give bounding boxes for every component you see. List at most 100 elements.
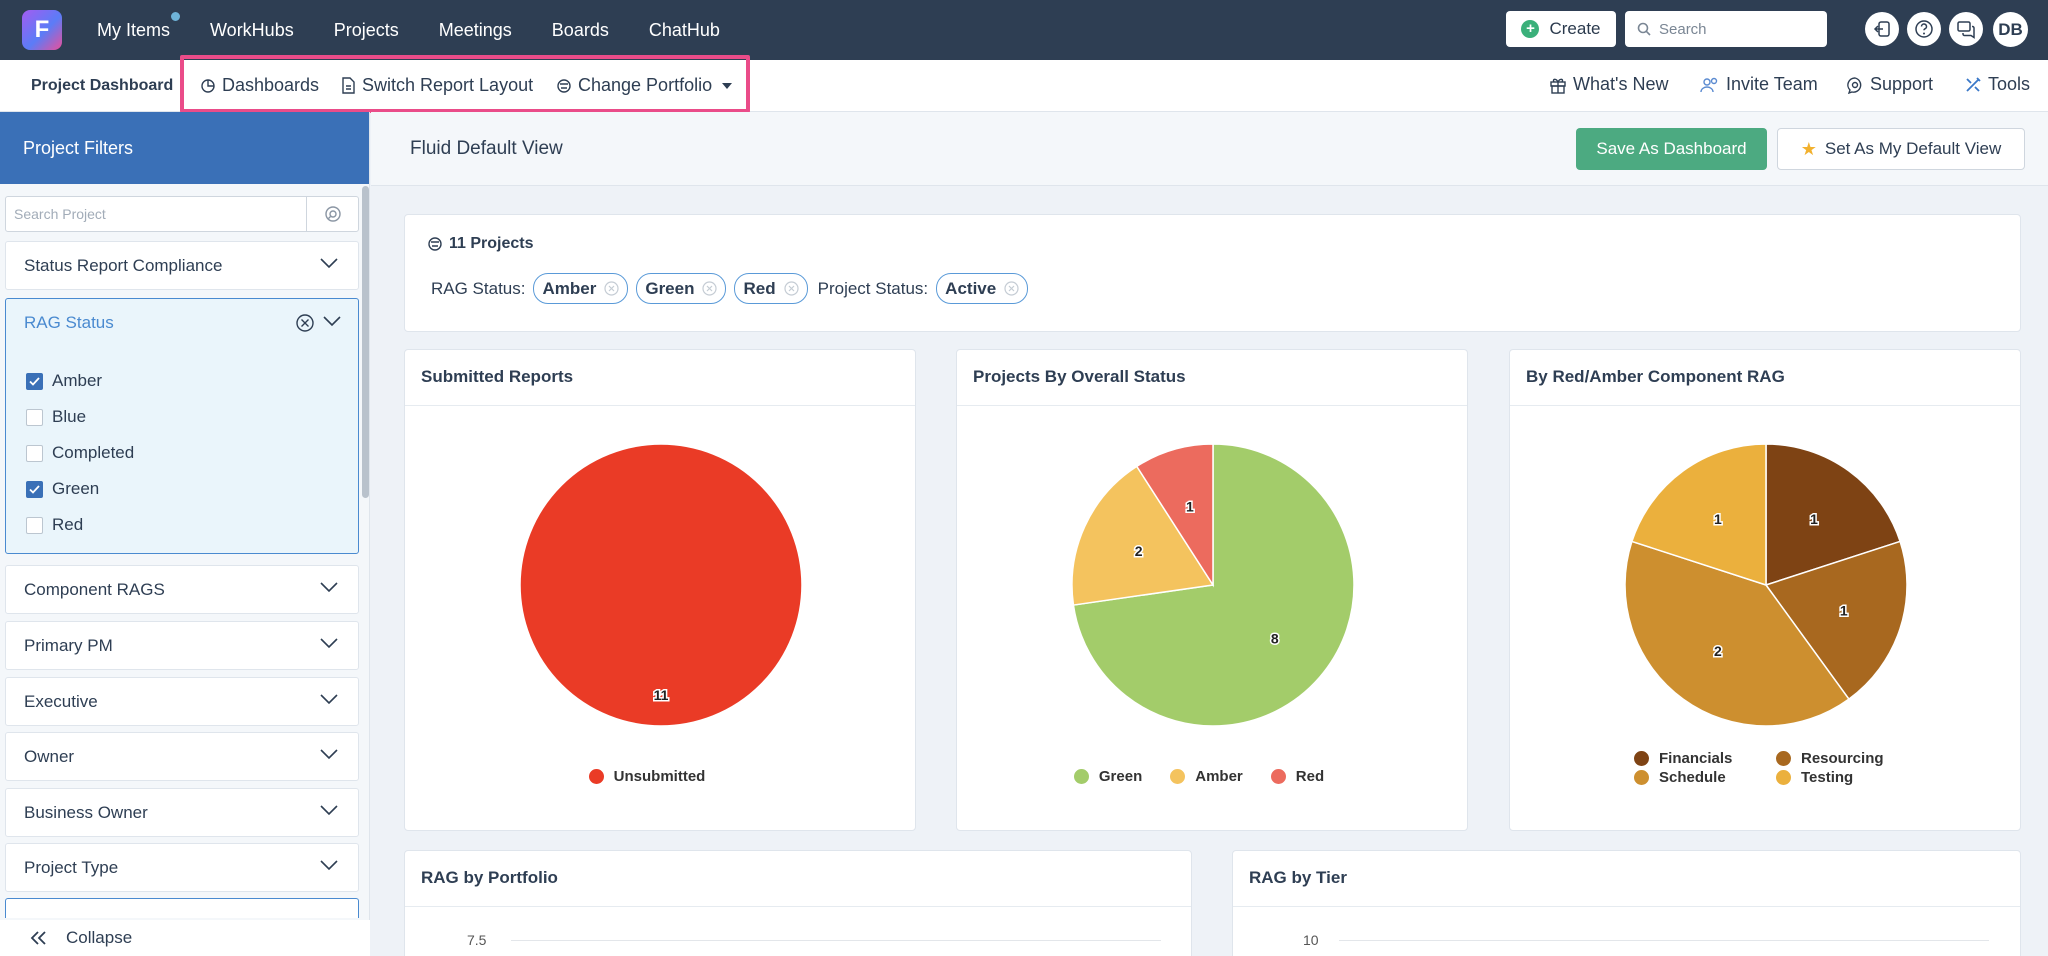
option-label: Amber <box>52 371 103 390</box>
view-header: Fluid Default View Save As Dashboard ★ S… <box>371 112 2048 186</box>
switch-report-layout-menu[interactable]: Switch Report Layout <box>341 75 533 96</box>
remove-chip-icon[interactable] <box>604 281 619 296</box>
rag-option-completed[interactable]: Completed <box>26 443 134 463</box>
checkbox[interactable] <box>26 444 43 462</box>
dashboards-menu[interactable]: Dashboards <box>200 75 319 96</box>
nav-meetings[interactable]: Meetings <box>439 20 512 41</box>
filter-label: Executive <box>24 691 98 711</box>
clear-icon[interactable] <box>295 313 315 333</box>
app-logo[interactable]: F <box>22 10 62 50</box>
logo-letter: F <box>34 16 50 43</box>
nav-boards[interactable]: Boards <box>552 20 609 41</box>
data-label: 8 <box>1271 631 1279 647</box>
help-icon[interactable] <box>1907 12 1941 46</box>
legend-item-schedule[interactable]: Schedule <box>1634 769 1748 786</box>
chip-active: Active <box>936 273 1029 304</box>
top-navbar: F My Items WorkHubs Projects Meetings Bo… <box>0 0 2048 60</box>
filter-business-owner[interactable]: Business Owner <box>5 788 359 837</box>
card-divider <box>1233 906 2020 907</box>
chip-green: Green <box>636 273 727 304</box>
checkbox-checked[interactable] <box>26 480 43 498</box>
legend-item-green[interactable]: Green <box>1073 768 1143 785</box>
double-chevron-left-icon <box>30 931 46 945</box>
card-divider <box>405 906 1191 907</box>
chat-icon[interactable] <box>1949 12 1983 46</box>
filter-partial[interactable] <box>5 898 359 918</box>
chip-label: Green <box>645 278 695 298</box>
nav-projects[interactable]: Projects <box>334 20 399 41</box>
support-link[interactable]: Support <box>1846 74 1933 95</box>
sidebar-scrollbar[interactable] <box>362 186 369 498</box>
user-avatar[interactable]: DB <box>1993 12 2028 47</box>
rag-option-green[interactable]: Green <box>26 479 99 499</box>
legend-label: Green <box>1098 768 1143 785</box>
checkbox-checked[interactable] <box>26 372 43 390</box>
rag-option-amber[interactable]: Amber <box>26 371 102 391</box>
legend-item-resourcing[interactable]: Resourcing <box>1776 750 1890 767</box>
nav-chathub[interactable]: ChatHub <box>649 20 720 41</box>
collapse-sidebar-button[interactable]: Collapse <box>0 920 370 956</box>
filter-component-rags[interactable]: Component RAGS <box>5 565 359 614</box>
filter-status-report-compliance[interactable]: Status Report Compliance <box>5 241 359 290</box>
checkbox[interactable] <box>26 408 43 426</box>
filter-primary-pm[interactable]: Primary PM <box>5 621 359 670</box>
dashboards-label: Dashboards <box>222 75 320 95</box>
invite-team-link[interactable]: Invite Team <box>1700 74 1818 95</box>
chevron-down-icon[interactable] <box>323 316 341 327</box>
legend-item-unsubmitted[interactable]: Unsubmitted <box>588 768 705 785</box>
filter-owner[interactable]: Owner <box>5 732 359 781</box>
data-label: 1 <box>1186 499 1194 515</box>
legend-item-amber[interactable]: Amber <box>1170 768 1243 785</box>
legend-item-financials[interactable]: Financials <box>1634 750 1748 767</box>
data-label: 1 <box>1840 602 1848 618</box>
project-search-input[interactable] <box>6 197 306 231</box>
card-title: Submitted Reports <box>421 367 574 386</box>
view-title: Fluid Default View <box>410 138 563 159</box>
create-button[interactable]: + Create <box>1506 11 1616 47</box>
filter-label: Project Type <box>24 857 119 877</box>
tools-link[interactable]: Tools <box>1964 74 2030 95</box>
switch-layout-label: Switch Report Layout <box>362 75 534 95</box>
filter-project-type[interactable]: Project Type <box>5 843 359 892</box>
rag-option-blue[interactable]: Blue <box>26 407 86 427</box>
remove-chip-icon[interactable] <box>784 281 799 296</box>
legend-dot <box>1776 770 1791 785</box>
remove-chip-icon[interactable] <box>1004 281 1019 296</box>
legend-dot <box>1073 769 1089 784</box>
legend-item-red[interactable]: Red <box>1270 768 1324 785</box>
legend-label: Amber <box>1195 768 1243 785</box>
component-rag-card: By Red/Amber Component RAG 1 1 2 1 Financia… <box>1509 349 2021 831</box>
legend-label: Resourcing <box>1801 750 1884 767</box>
whats-new-link[interactable]: What's New <box>1549 74 1668 95</box>
rag-status-title[interactable]: RAG Status <box>24 313 114 333</box>
card-title: By Red/Amber Component RAG <box>1526 367 1785 386</box>
card-divider <box>957 405 1467 406</box>
project-search-button[interactable] <box>306 197 358 231</box>
data-label: 2 <box>1135 543 1143 559</box>
gift-icon <box>1550 78 1566 94</box>
rag-status-filter-label: RAG Status: <box>431 278 526 298</box>
nav-workhubs[interactable]: WorkHubs <box>210 20 294 41</box>
save-as-dashboard-button[interactable]: Save As Dashboard <box>1576 128 1767 170</box>
set-default-view-button[interactable]: ★ Set As My Default View <box>1777 128 2025 170</box>
card-divider <box>405 405 915 406</box>
checkbox[interactable] <box>26 516 43 534</box>
chip-amber: Amber <box>533 273 629 304</box>
filter-label: Component RAGS <box>24 579 165 599</box>
tools-label: Tools <box>1988 74 2031 94</box>
filter-executive[interactable]: Executive <box>5 677 359 726</box>
filter-label: Owner <box>24 746 75 766</box>
active-filters: RAG Status: Amber Green Red Project Stat… <box>431 273 1029 304</box>
pie-slice-unsubmitted[interactable] <box>519 443 803 727</box>
legend-dot <box>1634 751 1649 766</box>
sign-out-icon[interactable] <box>1865 12 1899 46</box>
global-search-input[interactable] <box>1659 20 1809 38</box>
change-portfolio-menu[interactable]: Change Portfolio <box>556 75 733 96</box>
gridline <box>1339 940 1989 941</box>
legend-label: Testing <box>1801 769 1854 786</box>
remove-chip-icon[interactable] <box>702 281 718 296</box>
legend-item-testing[interactable]: Testing <box>1776 769 1890 786</box>
nav-my-items[interactable]: My Items <box>97 9 183 41</box>
filter-summary-card: 11 Projects RAG Status: Amber Green Red … <box>404 214 2021 332</box>
rag-option-red[interactable]: Red <box>26 515 83 535</box>
